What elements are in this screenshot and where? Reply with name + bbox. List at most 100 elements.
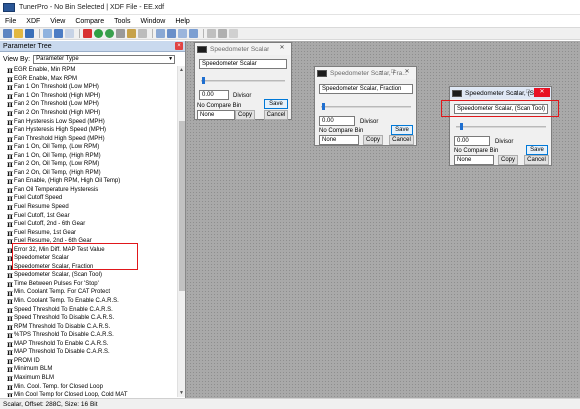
tree-item[interactable]: π Fan Enable, (High RPM, High Oil Temp) [3,176,175,186]
tree-item[interactable]: π MAP Threshold To Enable C.A.R.S. [3,339,175,349]
menu-xdf[interactable]: XDF [21,18,45,25]
tree-item[interactable]: π Speedometer Scalar, (Scan Tool) [3,270,175,280]
compare-value[interactable]: None [319,135,359,145]
tree-item[interactable]: π MAP Threshold To Disable C.A.R.S. [3,347,175,357]
value-input[interactable]: 0.00 [199,90,229,100]
tree-item[interactable]: π RPM Threshold To Disable C.A.R.S. [3,322,175,332]
tree-item[interactable]: π Speed Threshold To Disable C.A.R.S. [3,313,175,323]
compare-icon[interactable] [189,29,198,38]
tree-scrollbar[interactable]: ▲ ▼ [177,66,185,397]
compare-value[interactable]: None [454,155,494,165]
maximize-icon[interactable]: □ [522,88,534,97]
slider-thumb[interactable] [460,123,463,130]
dialog-titlebar[interactable]: Speedometer Scalar ✕ [195,43,291,55]
view-by-row: View By: Parameter Type ▼ [0,54,185,65]
open-folder-icon[interactable] [14,29,23,38]
go-icon[interactable] [105,29,114,38]
menu-help[interactable]: Help [170,18,194,25]
close-icon[interactable]: × [175,42,183,50]
cascade-icon[interactable] [229,29,238,38]
status-bar: Scalar, Offset: 288C, Size: 16 Bit [0,398,580,409]
maximize-icon[interactable]: □ [387,68,399,77]
cancel-button[interactable]: Cancel [524,155,549,165]
value-input[interactable]: 0.00 [319,116,355,126]
tree-item[interactable]: π Fan 2 On, Oil Temp, (High RPM) [3,168,175,178]
xdf-icon[interactable] [43,29,52,38]
scroll-up-arrow[interactable]: ▲ [178,66,185,74]
dialog-titlebar[interactable]: Speedometer Scalar, Fra... – □ ✕ [315,67,416,79]
save-xdf-icon[interactable] [54,29,63,38]
tree-item[interactable]: π Fan 1 On Threshold (High MPH) [3,91,175,101]
slider-thumb[interactable] [322,103,325,110]
tree-item[interactable]: π Fan Threshold High Speed (MPH) [3,134,175,144]
scroll-thumb[interactable] [179,121,185,291]
tree-item[interactable]: π Minimum BLM [3,364,175,374]
copy-icon[interactable] [116,29,125,38]
scroll-down-arrow[interactable]: ▼ [178,389,185,397]
document-icon[interactable] [65,29,74,38]
tree-item[interactable]: π Fuel Cutoff Speed [3,193,175,203]
window-icon[interactable] [207,29,216,38]
tree-item[interactable]: π EGR Enable, Min RPM [3,66,175,75]
tree-item[interactable]: π Maximum BLM [3,373,175,383]
slider-thumb[interactable] [202,77,205,84]
menu-view[interactable]: View [45,18,70,25]
cancel-button[interactable]: Cancel [264,110,288,120]
tree-item[interactable]: π Fan 2 On Threshold (Low MPH) [3,99,175,109]
tree-item[interactable]: π Fuel Cutoff, 1st Gear [3,211,175,221]
tree-item[interactable]: π Fuel Resume, 1st Gear [3,228,175,238]
menu-window[interactable]: Window [135,18,170,25]
tree-item[interactable]: π Fan 2 On Threshold (High MPH) [3,108,175,118]
menu-tools[interactable]: Tools [109,18,135,25]
minimize-icon[interactable]: – [375,68,387,77]
tree-item[interactable]: π Fan 2 On, Oil Temp, (Low RPM) [3,159,175,169]
cancel-button[interactable]: Cancel [389,135,414,145]
tree-item[interactable]: π Fuel Cutoff, 2nd - 6th Gear [3,219,175,229]
tree-item[interactable]: π Min. Coolant Temp. To Enable C.A.R.S. [3,296,175,306]
table-icon[interactable] [167,29,176,38]
menu-file[interactable]: File [0,18,21,25]
close-icon[interactable]: ✕ [274,44,290,53]
menu-compare[interactable]: Compare [70,18,109,25]
tree-item[interactable]: π Min. Cool. Temp. for Closed Loop [3,382,175,392]
tree-item[interactable]: π EGR Enable, Max RPM [3,74,175,84]
tree-item[interactable]: π Fan Hysteresis High Speed (MPH) [3,125,175,135]
save-icon[interactable] [25,29,34,38]
tree-item[interactable]: π Fan 1 On Threshold (Low MPH) [3,82,175,92]
value-slider[interactable] [201,80,285,82]
value-slider[interactable] [456,126,546,128]
grid-icon[interactable] [156,29,165,38]
tree-item[interactable]: π Fan 1 On, Oil Temp, (High RPM) [3,151,175,161]
tree-item[interactable]: π Fuel Resume Speed [3,202,175,212]
tree-item[interactable]: π Fan Hysteresis Low Speed (MPH) [3,117,175,127]
new-icon[interactable] [3,29,12,38]
dialog-titlebar[interactable]: Speedometer Scalar, (Sc... – □ ✕ [450,87,551,99]
copy-button[interactable]: Copy [363,135,383,145]
value-input[interactable]: 0.00 [454,136,490,146]
copy-button[interactable]: Copy [235,110,255,120]
view-by-select[interactable]: Parameter Type ▼ [33,55,176,64]
delete-icon[interactable] [83,29,92,38]
tree-item[interactable]: π PROM ID [3,356,175,366]
compare-value[interactable]: None [197,110,235,120]
tree-item[interactable]: π Time Between Pulses For 'Stop' [3,279,175,289]
close-icon[interactable]: ✕ [399,68,415,77]
tree-item[interactable]: π Fan Oil Temperature Hysteresis [3,185,175,195]
tree-item[interactable]: π Min Cool Temp for Closed Loop, Cold MAT [3,390,175,397]
copy-button[interactable]: Copy [498,155,518,165]
tree-item[interactable]: π Fan 1 On, Oil Temp, (Low RPM) [3,142,175,152]
add-icon[interactable] [94,29,103,38]
save-button[interactable]: Save [391,125,413,135]
tree-item[interactable]: π Min. Coolant Temp. For CAT Protect [3,288,175,298]
save-button[interactable]: Save [526,145,548,155]
properties-icon[interactable] [138,29,147,38]
tree-item[interactable]: π Speed Threshold To Enable C.A.R.S. [3,305,175,315]
close-icon[interactable]: ✕ [534,88,550,97]
value-slider[interactable] [321,106,411,108]
tile-icon[interactable] [218,29,227,38]
paste-icon[interactable] [127,29,136,38]
save-button[interactable]: Save [264,99,288,109]
minimize-icon[interactable]: – [510,88,522,97]
tree-item[interactable]: π %TPS Threshold To Disable C.A.R.S. [3,330,175,340]
list-icon[interactable] [178,29,187,38]
